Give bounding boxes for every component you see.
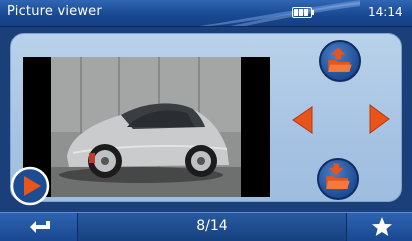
back-button[interactable] xyxy=(28,217,56,237)
slideshow-button[interactable] xyxy=(10,166,50,206)
picture-display[interactable] xyxy=(23,57,270,197)
battery-icon xyxy=(292,7,314,18)
back-arrow-icon xyxy=(30,221,50,233)
favorite-button[interactable] xyxy=(370,215,394,239)
picture-counter-area: 8/14 xyxy=(77,213,347,241)
next-folder-button[interactable] xyxy=(317,158,359,200)
header-swoosh-decoration xyxy=(200,0,360,26)
picture-counter: 8/14 xyxy=(196,218,228,234)
previous-folder-button[interactable] xyxy=(319,40,361,82)
previous-picture-button[interactable] xyxy=(290,105,316,135)
next-picture-button[interactable] xyxy=(366,103,392,135)
window-title: Picture viewer xyxy=(7,4,102,19)
title-bar: Picture viewer 14:14 xyxy=(0,0,412,27)
folder-up-icon xyxy=(328,47,352,72)
clock: 14:14 xyxy=(368,5,403,19)
folder-down-icon xyxy=(326,163,350,189)
star-icon xyxy=(372,217,392,236)
bottom-toolbar: 8/14 xyxy=(0,212,412,241)
